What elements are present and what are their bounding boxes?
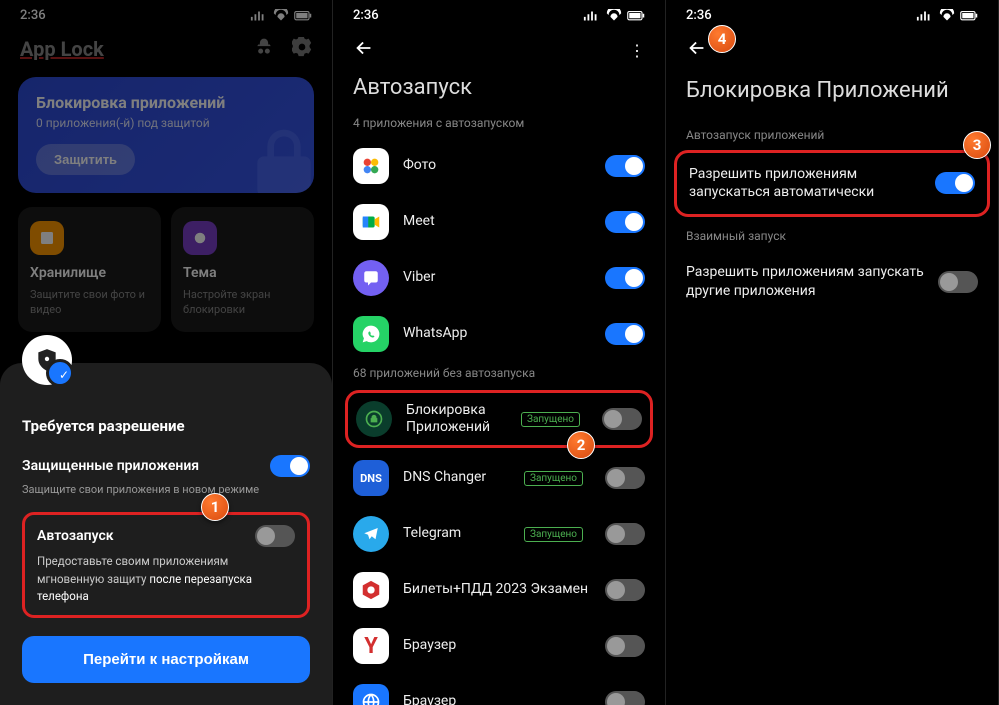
toggle[interactable] [605, 323, 645, 345]
status-time: 2:36 [20, 8, 46, 23]
yandex-icon: Y [353, 628, 389, 664]
promo-card: Блокировка приложений 0 приложения(-й) п… [18, 77, 314, 193]
status-time: 2:36 [353, 8, 379, 23]
go-to-settings-button[interactable]: Перейти к настройкам [22, 636, 310, 683]
status-bar: 2:36 [0, 0, 332, 29]
app-lock-highlight: 2 Блокировка Приложений Запущено [345, 390, 653, 448]
app-row-photos[interactable]: Фото [333, 138, 665, 194]
pdd-icon [353, 572, 389, 608]
viber-icon [353, 260, 389, 296]
status-time: 2:36 [686, 8, 712, 23]
toggle[interactable] [605, 635, 645, 657]
status-bar: 2:36 [666, 0, 998, 29]
meet-icon [353, 204, 389, 240]
app-row-dns[interactable]: DNS DNS Changer Запущено [333, 450, 665, 506]
toggle[interactable] [605, 523, 645, 545]
tile-theme[interactable]: Тема Настройте экран блокировки [171, 207, 314, 332]
shield-icon: ✓ [22, 335, 72, 385]
tile-title: Тема [183, 265, 302, 281]
dns-icon: DNS [353, 460, 389, 496]
badge-1: 1 [201, 493, 229, 521]
photos-icon [353, 148, 389, 184]
tile-title: Хранилище [30, 265, 149, 281]
page-title: Блокировка Приложений [666, 71, 998, 124]
allow-launch-others-toggle[interactable] [938, 271, 978, 293]
badge-2: 2 [567, 431, 595, 459]
running-badge: Запущено [524, 527, 583, 542]
applock-icon [356, 401, 392, 437]
badge-3: 3 [963, 131, 991, 159]
sheet-heading: Требуется разрешение [22, 417, 310, 435]
running-badge: Запущено [521, 412, 580, 427]
toggle[interactable] [605, 691, 645, 705]
toggle[interactable] [605, 579, 645, 601]
protected-apps-label: Защищенные приложения [22, 458, 199, 474]
status-icons [916, 9, 978, 23]
screen-app-lock: 2:36 App Lock Блокировка приложений 0 пр… [0, 0, 333, 705]
autostart-label: Автозапуск [37, 528, 114, 544]
app-row-browser-y[interactable]: Y Браузер [333, 618, 665, 674]
autostart-desc: Предоставьте своим приложениям мгновенну… [37, 553, 295, 605]
whatsapp-icon [353, 316, 389, 352]
subhead-autostart: Автозапуск приложений [666, 124, 998, 150]
incognito-icon[interactable] [254, 37, 274, 61]
autostart-highlight: 1 Автозапуск Предоставьте своим приложен… [22, 512, 310, 618]
telegram-icon [353, 516, 389, 552]
lock-icon [244, 123, 314, 193]
toggle[interactable] [602, 408, 642, 430]
app-row-browser[interactable]: Браузер [333, 674, 665, 705]
allow-autostart-row[interactable]: Разрешить приложениям запускаться автома… [687, 157, 977, 211]
tile-storage[interactable]: Хранилище Защитите свои фото и видео [18, 207, 161, 332]
app-row-whatsapp[interactable]: WhatsApp [333, 306, 665, 362]
allow-launch-others-row[interactable]: Разрешить приложениям запускать другие п… [666, 251, 998, 313]
toggle[interactable] [605, 155, 645, 177]
app-title: App Lock [20, 37, 104, 61]
app-row-applock[interactable]: Блокировка Приложений Запущено [356, 399, 642, 439]
permission-sheet: ✓ Требуется разрешение Защищенные прилож… [0, 363, 332, 705]
back-button[interactable] [686, 37, 708, 63]
status-icons [583, 9, 645, 23]
toggle[interactable] [605, 467, 645, 489]
more-icon[interactable]: ⋮ [629, 41, 645, 60]
subhead-enabled: 4 приложения с автозапуском [333, 112, 665, 138]
tile-desc: Настройте экран блокировки [183, 287, 302, 318]
app-row-telegram[interactable]: Telegram Запущено [333, 506, 665, 562]
app-row-viber[interactable]: Viber [333, 250, 665, 306]
status-icons [250, 9, 312, 23]
app-row-meet[interactable]: Meet [333, 194, 665, 250]
subhead-disabled: 68 приложений без автозапуска [333, 362, 665, 388]
allow-autostart-highlight: 3 Разрешить приложениям запускаться авто… [674, 150, 990, 218]
screen-autostart: 2:36 ⋮ Автозапуск 4 приложения с автозап… [333, 0, 666, 705]
toggle[interactable] [605, 211, 645, 233]
protected-apps-desc: Защищите свои приложения в новом режиме [22, 483, 310, 496]
page-title: Автозапуск [333, 71, 665, 112]
gear-icon[interactable] [292, 37, 312, 61]
autostart-toggle[interactable] [255, 525, 295, 547]
check-icon: ✓ [59, 368, 69, 382]
app-lock-header: App Lock [0, 29, 332, 67]
badge-4: 4 [708, 25, 736, 53]
toggle[interactable] [605, 267, 645, 289]
protected-apps-toggle[interactable] [270, 455, 310, 477]
running-badge: Запущено [524, 471, 583, 486]
subhead-mutual: Взаимный запуск [666, 225, 998, 251]
app-row-pdd[interactable]: Билеты+ПДД 2023 Экзамен [333, 562, 665, 618]
promo-heading: Блокировка приложений [36, 93, 296, 112]
tile-desc: Защитите свои фото и видео [30, 287, 149, 318]
protect-button[interactable]: Защитить [36, 144, 135, 175]
browser-icon [353, 684, 389, 705]
back-button[interactable] [353, 37, 375, 63]
status-bar: 2:36 [333, 0, 665, 29]
screen-app-lock-settings: 2:36 4 Блокировка Приложений Автозапуск … [666, 0, 999, 705]
allow-autostart-toggle[interactable] [935, 172, 975, 194]
